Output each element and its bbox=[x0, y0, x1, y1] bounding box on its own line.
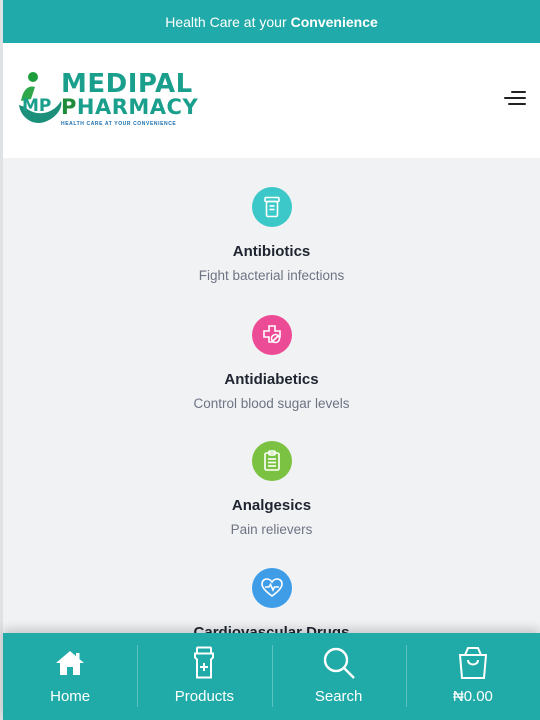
nav-products[interactable]: Products bbox=[137, 633, 271, 720]
category-item-cardiovascular[interactable]: Cardiovascular Drugs bbox=[3, 568, 540, 633]
announcement-bold: Convenience bbox=[290, 13, 378, 30]
site-header: MP MEDIPAL PHARMACY HEALTH CARE AT YOUR … bbox=[3, 43, 540, 158]
announcement-text: Health Care at your bbox=[165, 13, 287, 30]
logo-text-pharmacy: PHARMACY bbox=[61, 95, 199, 119]
category-title: Cardiovascular Drugs bbox=[193, 624, 350, 633]
category-title: Analgesics bbox=[231, 497, 312, 514]
nav-home[interactable]: Home bbox=[3, 633, 137, 720]
category-title: Antibiotics bbox=[232, 243, 311, 260]
search-icon bbox=[322, 645, 356, 681]
brand-logo[interactable]: MP MEDIPAL PHARMACY HEALTH CARE AT YOUR … bbox=[17, 69, 198, 131]
medicine-bottle-icon bbox=[190, 645, 218, 681]
shopping-bag-icon bbox=[456, 645, 490, 681]
svg-text:MP: MP bbox=[22, 96, 51, 116]
category-title: Antidiabetics bbox=[224, 371, 319, 388]
nav-label: Search bbox=[314, 688, 363, 705]
nav-search[interactable]: Search bbox=[271, 633, 406, 720]
category-description: Control blood sugar levels bbox=[193, 396, 350, 411]
home-icon bbox=[55, 645, 85, 681]
announcement-bar: Health Care at your Convenience bbox=[3, 0, 540, 43]
medicine-box-icon bbox=[251, 315, 292, 355]
bottom-navigation: Home Products Search ₦0.00 bbox=[3, 633, 540, 720]
category-item-analgesics[interactable]: Analgesics Pain relievers bbox=[3, 441, 540, 537]
cart-total: ₦0.00 bbox=[452, 688, 493, 705]
logo-mark-icon: MP bbox=[19, 72, 62, 124]
logo-tagline: HEALTH CARE AT YOUR CONVENIENCE bbox=[61, 121, 177, 127]
pill-bottle-icon bbox=[251, 187, 292, 227]
category-list: Antibiotics Fight bacterial infections A… bbox=[3, 158, 540, 633]
nav-label: Home bbox=[50, 688, 91, 705]
hamburger-menu-icon[interactable] bbox=[502, 88, 526, 108]
nav-label: Products bbox=[174, 688, 234, 705]
nav-cart[interactable]: ₦0.00 bbox=[405, 633, 540, 720]
category-description: Pain relievers bbox=[230, 522, 313, 537]
heart-pulse-icon bbox=[251, 568, 292, 608]
category-description: Fight bacterial infections bbox=[198, 268, 345, 283]
category-item-antidiabetics[interactable]: Antidiabetics Control blood sugar levels bbox=[3, 315, 540, 411]
clipboard-list-icon bbox=[251, 441, 292, 481]
category-item-antibiotics[interactable]: Antibiotics Fight bacterial infections bbox=[3, 187, 540, 283]
